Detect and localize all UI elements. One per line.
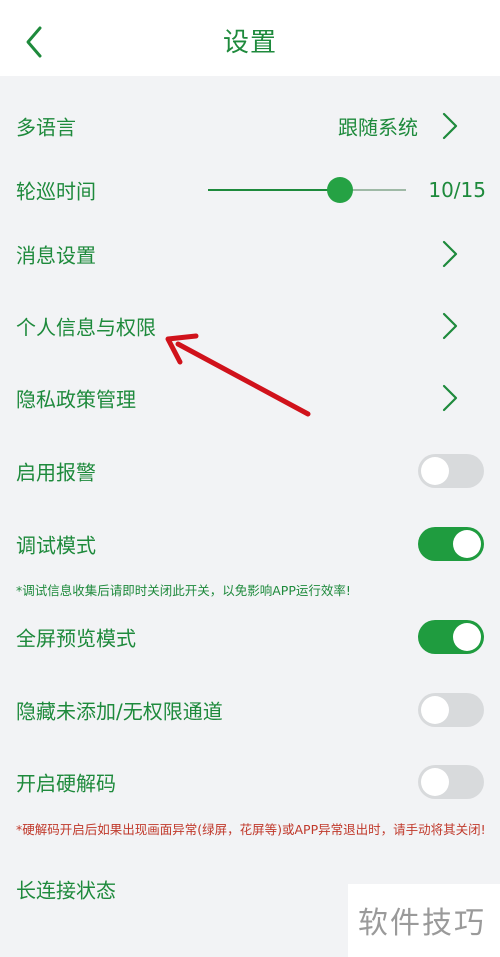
annotation-arrow-icon xyxy=(165,333,311,417)
